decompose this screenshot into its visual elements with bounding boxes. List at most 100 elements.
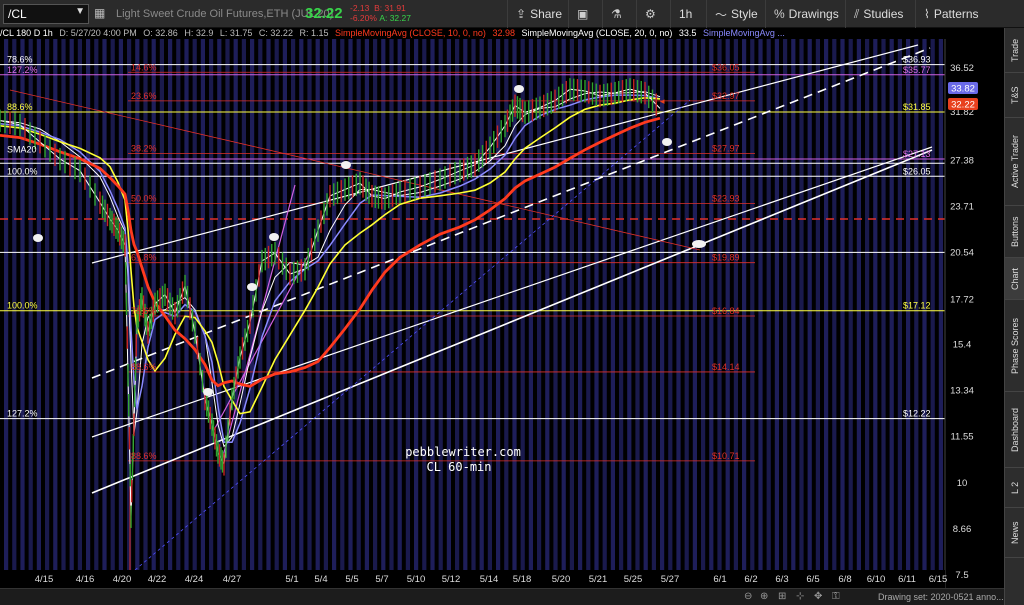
gear-icon: ⚙ bbox=[645, 7, 656, 21]
session-band bbox=[61, 39, 66, 588]
session-band bbox=[856, 39, 861, 588]
flask-button[interactable]: ⚗ bbox=[602, 0, 630, 28]
session-band bbox=[594, 39, 599, 588]
style-button[interactable]: 〜 Style bbox=[706, 0, 766, 28]
session-band bbox=[323, 39, 328, 588]
time-tick-label: 6/1 bbox=[713, 574, 726, 585]
zoom-out-icon[interactable]: ⊖ bbox=[744, 591, 752, 602]
watermark-line-2: CL 60-min bbox=[426, 460, 491, 474]
crosshair-icon[interactable]: ⊹ bbox=[796, 591, 804, 602]
share-label: Share bbox=[530, 7, 563, 21]
status-bar: ⊖ ⊕ ⊞ ⊹ ✥ ⚿ Drawing set: 2020-0521 anno.… bbox=[0, 588, 1004, 605]
price-tick-label: 36.52 bbox=[950, 63, 974, 74]
annotation-marker bbox=[247, 283, 257, 291]
session-band bbox=[569, 39, 574, 588]
chevron-down-icon: ▼ bbox=[75, 6, 85, 17]
tab-buttons[interactable]: Buttons bbox=[1005, 206, 1024, 258]
symbol-text: /CL bbox=[8, 7, 27, 21]
session-band bbox=[438, 39, 443, 588]
fib-percent-label: 61.8% bbox=[131, 253, 157, 263]
timeframe-button[interactable]: 1h bbox=[670, 0, 700, 28]
fib-value-label: $36.05 bbox=[712, 62, 740, 72]
tab-trade[interactable]: Trade bbox=[1005, 28, 1024, 73]
screenshot-button[interactable]: ▣ bbox=[568, 0, 596, 28]
sma20-label: SimpleMovingAvg (CLOSE, 20, 0, no) bbox=[521, 28, 673, 38]
right-level-label: $36.93 bbox=[903, 55, 931, 65]
patterns-label: Patterns bbox=[933, 7, 979, 21]
settings-icon[interactable]: ▦ bbox=[94, 6, 105, 20]
time-tick-label: 6/5 bbox=[806, 574, 819, 585]
session-band bbox=[668, 39, 673, 588]
session-band bbox=[217, 39, 222, 588]
share-icon: ⇪ bbox=[516, 7, 527, 21]
bar-range: R: 1.15 bbox=[299, 28, 329, 38]
fib-value-label: $16.84 bbox=[712, 306, 740, 316]
session-band bbox=[578, 39, 583, 588]
symbol-selector[interactable]: /CL ▼ bbox=[3, 4, 89, 24]
fib-value-label: $14.14 bbox=[712, 362, 740, 372]
annotation-marker bbox=[33, 234, 43, 242]
time-axis[interactable]: 4/15 4/16 4/20 4/22 4/24 4/27 5/1 5/4 5/5 5/7 5/10… bbox=[0, 570, 947, 588]
chart-settings-button[interactable]: ⚙ bbox=[636, 0, 664, 28]
session-band bbox=[184, 39, 189, 588]
time-tick-label: 6/3 bbox=[775, 574, 788, 585]
time-tick-label: 5/10 bbox=[407, 574, 426, 585]
drawings-button[interactable]: % Drawings bbox=[765, 0, 847, 28]
bar-high: H: 32.9 bbox=[184, 28, 214, 38]
fib-value-label: $23.93 bbox=[712, 193, 740, 203]
price-tick-label: 17.72 bbox=[950, 295, 974, 306]
session-band bbox=[922, 39, 927, 588]
session-band bbox=[471, 39, 476, 588]
tab-phase-scores[interactable]: Phase Scores bbox=[1005, 300, 1024, 392]
fib-percent-label: 23.6% bbox=[131, 91, 157, 101]
left-level-label: SMA20 bbox=[7, 144, 37, 154]
fit-icon[interactable]: ⊞ bbox=[778, 591, 786, 602]
sma10-value: 32.98 bbox=[492, 28, 515, 38]
drawings-label: Drawings bbox=[788, 7, 839, 21]
session-band bbox=[487, 39, 492, 588]
tab-news[interactable]: News bbox=[1005, 508, 1024, 558]
percent-change: -6.20% bbox=[350, 13, 377, 23]
time-tick-label: 6/10 bbox=[867, 574, 886, 585]
drawings-icon: % bbox=[774, 7, 785, 21]
pan-icon[interactable]: ✥ bbox=[814, 591, 822, 602]
session-band bbox=[200, 39, 205, 588]
fib-percent-label: 88.6% bbox=[131, 362, 157, 372]
session-band bbox=[241, 39, 246, 588]
time-tick-label: 4/24 bbox=[185, 574, 204, 585]
tab-level-2[interactable]: L 2 bbox=[1005, 468, 1024, 508]
time-tick-label: 5/7 bbox=[375, 574, 388, 585]
session-band bbox=[455, 39, 460, 588]
session-band bbox=[701, 39, 706, 588]
fib-value-label: $32.97 bbox=[712, 91, 740, 101]
tab-time-and-sales[interactable]: T&S bbox=[1005, 73, 1024, 118]
time-tick-label: 5/27 bbox=[661, 574, 680, 585]
session-band bbox=[660, 39, 665, 588]
session-band bbox=[750, 39, 755, 588]
left-level-label: 127.2% bbox=[7, 65, 38, 75]
time-tick-label: 5/25 bbox=[624, 574, 643, 585]
tab-dashboard[interactable]: Dashboard bbox=[1005, 392, 1024, 468]
price-chart[interactable]: 14.6% $36.05 23.6% $32.97 38.2% $27.97 50.0% $2… bbox=[0, 0, 1004, 588]
session-band bbox=[373, 39, 378, 588]
session-band bbox=[815, 39, 820, 588]
lock-icon[interactable]: ⚿ bbox=[832, 591, 840, 602]
studies-button[interactable]: ⫽ Studies bbox=[845, 0, 911, 28]
session-band bbox=[77, 39, 82, 588]
price-axis[interactable]: 36.5231.8227.3823.7120.5417.7215.413.341… bbox=[944, 39, 1004, 588]
series-label: /CL 180 D 1h bbox=[0, 28, 53, 38]
fib-percent-label: 38.2% bbox=[131, 144, 157, 154]
session-band bbox=[86, 39, 91, 588]
time-tick-label: 4/20 bbox=[113, 574, 132, 585]
tab-active-trader[interactable]: Active Trader bbox=[1005, 118, 1024, 206]
zoom-in-icon[interactable]: ⊕ bbox=[760, 591, 768, 602]
tab-chart[interactable]: Chart bbox=[1005, 258, 1024, 300]
share-button[interactable]: ⇪ Share bbox=[507, 0, 570, 28]
price-badge-label: 33.82 bbox=[951, 84, 975, 95]
drawing-set-label[interactable]: Drawing set: 2020-0521 anno... bbox=[878, 592, 1004, 602]
time-tick-label: 5/20 bbox=[552, 574, 571, 585]
annotation-marker bbox=[514, 85, 524, 93]
patterns-button[interactable]: ⌇ Patterns bbox=[915, 0, 987, 28]
price-tick-label: 8.66 bbox=[953, 524, 972, 535]
session-band bbox=[20, 39, 25, 588]
